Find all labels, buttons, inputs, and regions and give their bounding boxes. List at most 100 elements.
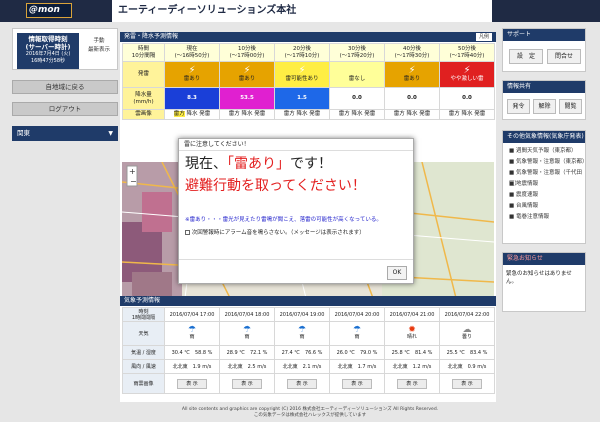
rain-image-cell: 表 示 [329,373,385,394]
notice-box: 緊急お知らせ 緊急のお知らせはありません。 [502,252,586,312]
logout-button[interactable]: ログアウト [12,102,118,116]
cloud-option-cell[interactable]: 雷方 降水 発雷 [329,109,385,120]
weekly-forecast-link[interactable]: ■ 週間天気予報（東京都） [503,146,585,157]
earthquake-info-link[interactable]: ■ 地震情報 [503,179,585,190]
weather-panel: 気象予測情報 時刻 1時間間隔 2016/07/04 17:00 2016/07/… [120,296,496,402]
svg-text:−: − [130,177,137,186]
contact-button[interactable]: 問合せ [547,49,581,64]
thunder-cell: ⚡ やや激しい雷 [439,61,495,88]
settings-button[interactable]: 設 定 [509,49,543,64]
lightning-icon: ⚡ [298,64,306,76]
time-row-header: 時刻 1時間間隔 [122,307,165,322]
weather-row-label: 天気 [122,321,165,346]
rain-image-cell: 表 示 [219,373,275,394]
col-50min: 50分後 (～17時40分) [439,43,495,62]
top-bar: @mon エーティーディーソリューションズ本社 [0,0,600,22]
manual-refresh-button[interactable]: 手動 最新表示 [83,37,115,55]
lightning-icon: ⚡ [188,64,196,76]
data-credit-text: この気象データは株式会社ハレックスが提供しています [253,413,367,418]
alert-note: ※雷あり・・・雷光が見えたり雷鳴が聞こえ、落雷の可能性が高くなっている。 [185,217,382,223]
tornado-info-link[interactable]: ■ 竜巻注意情報 [503,212,585,223]
mute-alarm-option[interactable]: 次回警報時にアラーム音を鳴らさない。（メッセージは表示されます） [185,228,365,236]
time-cell: 2016/07/04 19:00 [274,307,330,322]
alert-dialog-footer: OK [179,259,413,284]
forecast-title: 発雷・降水予測情報 [124,33,179,40]
info-sublabel: (サーバー時計) [25,43,71,51]
svg-text:+: + [129,167,136,176]
info-label: 情報取得時刻 [28,35,68,43]
precip-cell: 8.3 [164,87,220,110]
report-title: 情報共有 [503,81,585,93]
back-to-region-button[interactable]: 自地域に戻る [12,80,118,94]
temp-cell: 26.0 ℃ 79.0 % [329,345,385,360]
weather-cell: ✹ 晴れ [384,321,440,346]
support-box: サポート 設 定 問合せ [502,28,586,72]
precip-cell: 1.5 [274,87,330,110]
legend-button[interactable]: 凡例 [475,33,492,41]
app-logo: @mon [26,3,72,18]
wind-cell: 北北東 1.9 m/s [164,359,220,374]
issue-button[interactable]: 発令 [507,99,530,114]
show-rain-image-button[interactable]: 表 示 [452,378,482,389]
temp-cell: 28.9 ℃ 72.1 % [219,345,275,360]
cloud-option-cell[interactable]: 雷方 降水 発雷 [164,109,220,120]
wind-cell: 北北東 2.1 m/s [274,359,330,374]
chiyoda-warnings-link[interactable]: ■ 気象警報・注意報（千代田区） [503,168,585,187]
temp-cell: 25.5 ℃ 83.4 % [439,345,495,360]
alert-dialog: 雷に注意してください！ 現在、「雷あり」です！ 避難行動を取ってください！ ※雷… [178,138,414,284]
time-row-header: 時間 10分間隔 [122,43,165,62]
page-title: エーティーディーソリューションズ本社 [112,0,492,22]
col-10min: 10分後 (～17時00分) [219,43,275,62]
left-panel: 情報取得時刻 (サーバー時計) 2016年7月4日 (火) 16時47分58秒 … [12,28,118,148]
forecast-table: 時間 10分間隔 現在 (～16時50分) 10分後 (～17時00分) 20分後 (～… [122,43,495,120]
lightning-icon: ⚡ [243,64,251,76]
rain-image-cell: 表 示 [164,373,220,394]
weather-cell: ☂ 雨 [274,321,330,346]
seismic-bulletin-link[interactable]: ■ 震度速報 [503,190,585,201]
ok-button[interactable]: OK [387,266,407,280]
cloud-option-cell[interactable]: 雷方 降水 発雷 [384,109,440,120]
report-box: 情報共有 発令 解除 閲覧 [502,80,586,120]
col-now: 現在 (～16時50分) [164,43,220,62]
time-cell: 2016/07/04 21:00 [384,307,440,322]
wind-cell: 北北東 1.7 m/s [329,359,385,374]
show-rain-image-button[interactable]: 表 示 [177,378,207,389]
cloud-option-cell[interactable]: 雷方 降水 発雷 [439,109,495,120]
thunder-cell: ⚡ 雷あり [219,61,275,88]
weather-cell: ☂ 雨 [219,321,275,346]
mute-alarm-checkbox[interactable] [185,230,190,235]
view-button[interactable]: 閲覧 [559,99,582,114]
precip-cell: 0.0 [439,87,495,110]
thunder-cell: ⚡ 雷可能性あり [274,61,330,88]
thunder-cell: 雷なし [329,61,385,88]
cloud-option-cell[interactable]: 雷方 降水 発雷 [274,109,330,120]
time-cell: 2016/07/04 18:00 [219,307,275,322]
alert-message-line2: 避難行動を取ってください！ [185,178,366,194]
info-time-box: 情報取得時刻 (サーバー時計) 2016年7月4日 (火) 16時47分58秒 … [12,28,118,70]
show-rain-image-button[interactable]: 表 示 [397,378,427,389]
typhoon-info-link[interactable]: ■ 台風情報 [503,201,585,212]
thunder-cell: ⚡ 雷あり [164,61,220,88]
col-30min: 30分後 (～17時20分) [329,43,385,62]
show-rain-image-button[interactable]: 表 示 [342,378,372,389]
other-info-title: その他気象情報(気象庁発表) [503,131,585,143]
wind-cell: 北北東 0.9 m/s [439,359,495,374]
notice-title: 緊急お知らせ [503,253,585,265]
region-label: 関東 [17,129,30,137]
support-title: サポート [503,29,585,41]
info-date: 2016年7月4日 (火) [25,51,71,57]
tokyo-warnings-link[interactable]: ■ 気象警報・注意報（東京都） [503,157,587,168]
show-rain-image-button[interactable]: 表 示 [232,378,262,389]
temp-cell: 25.8 ℃ 81.4 % [384,345,440,360]
manual-label: 手動 [93,38,105,44]
cancel-button[interactable]: 解除 [533,99,556,114]
cloud-option-cell[interactable]: 雷方 降水 発雷 [219,109,275,120]
weather-table: 時刻 1時間間隔 2016/07/04 17:00 2016/07/04 18:0… [122,307,495,394]
other-info-list: ■ 週間天気予報（東京都） ■ 気象警報・注意報（東京都） ■ 気象警報・注意報… [503,143,587,223]
rain-image-cell: 表 示 [274,373,330,394]
cloud-row-label: 雲画像 [122,109,165,120]
region-selector[interactable]: 関東 ▼ [12,126,118,141]
footer: All site contents and graphics are copyr… [140,407,480,419]
show-rain-image-button[interactable]: 表 示 [287,378,317,389]
other-info-box: その他気象情報(気象庁発表) ■ 週間天気予報（東京都） ■ 気象警報・注意報（… [502,130,587,244]
